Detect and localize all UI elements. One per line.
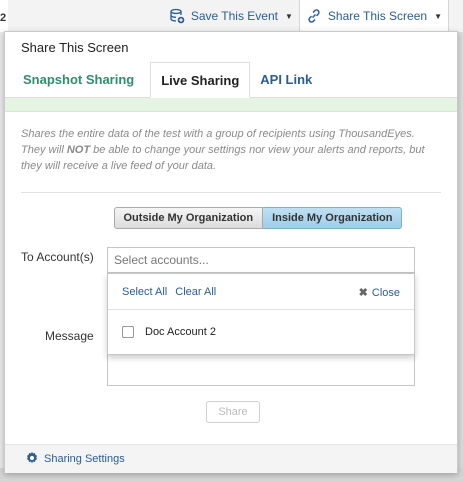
- database-add-icon: [169, 8, 185, 24]
- accounts-dropdown: Select All Clear All ✖ Close Doc Account …: [107, 273, 415, 355]
- organization-toggle: Outside My Organization Inside My Organi…: [59, 207, 457, 229]
- share-screen-label: Share This Screen: [327, 9, 428, 23]
- gear-icon: [25, 451, 39, 468]
- inside-organization-button[interactable]: Inside My Organization: [263, 207, 403, 229]
- message-field[interactable]: [107, 355, 415, 386]
- tab-live-sharing[interactable]: Live Sharing: [150, 62, 251, 98]
- message-label: Message: [45, 329, 94, 343]
- list-item[interactable]: Doc Account 2: [108, 310, 414, 338]
- select-all-link[interactable]: Select All: [122, 286, 167, 298]
- link-icon: [306, 8, 322, 24]
- modal-footer: Sharing Settings: [5, 444, 457, 473]
- chevron-down-icon: ▼: [284, 11, 293, 21]
- dropdown-actions: Select All Clear All ✖ Close: [108, 274, 414, 310]
- close-dropdown-button[interactable]: ✖ Close: [359, 286, 400, 299]
- top-bar: 2 Save This Event ▼ Share This Screen ▼: [0, 0, 463, 32]
- tab-snapshot-sharing[interactable]: Snapshot Sharing: [13, 62, 144, 98]
- modal-title: Share This Screen: [21, 40, 129, 55]
- chevron-down-icon: ▼: [434, 11, 442, 21]
- tab-api-link[interactable]: API Link: [250, 62, 322, 98]
- share-screen-modal: Share This Screen Snapshot Sharing Live …: [4, 31, 458, 473]
- close-icon: ✖: [358, 287, 368, 299]
- clear-all-link[interactable]: Clear All: [175, 286, 216, 298]
- sharing-settings-link[interactable]: Sharing Settings: [25, 451, 125, 468]
- share-button[interactable]: Share: [206, 401, 260, 423]
- background-stub: 2: [0, 0, 8, 32]
- accounts-select-input[interactable]: Select accounts...: [107, 247, 415, 273]
- account-label: Doc Account 2: [145, 326, 216, 338]
- sharing-description: Shares the entire data of the test with …: [21, 126, 441, 174]
- tab-content-banner: [5, 98, 457, 112]
- tab-bar: Snapshot Sharing Live Sharing API Link: [5, 62, 457, 98]
- to-accounts-label: To Account(s): [21, 250, 94, 264]
- save-event-label: Save This Event: [190, 9, 278, 23]
- account-checkbox[interactable]: [122, 326, 134, 338]
- close-label: Close: [371, 287, 400, 299]
- save-event-button[interactable]: Save This Event ▼: [163, 0, 299, 32]
- outside-organization-button[interactable]: Outside My Organization: [113, 207, 264, 229]
- sharing-settings-label: Sharing Settings: [44, 453, 125, 465]
- share-screen-button[interactable]: Share This Screen ▼: [298, 0, 449, 32]
- description-emphasis: NOT: [66, 144, 91, 156]
- divider: [21, 192, 441, 193]
